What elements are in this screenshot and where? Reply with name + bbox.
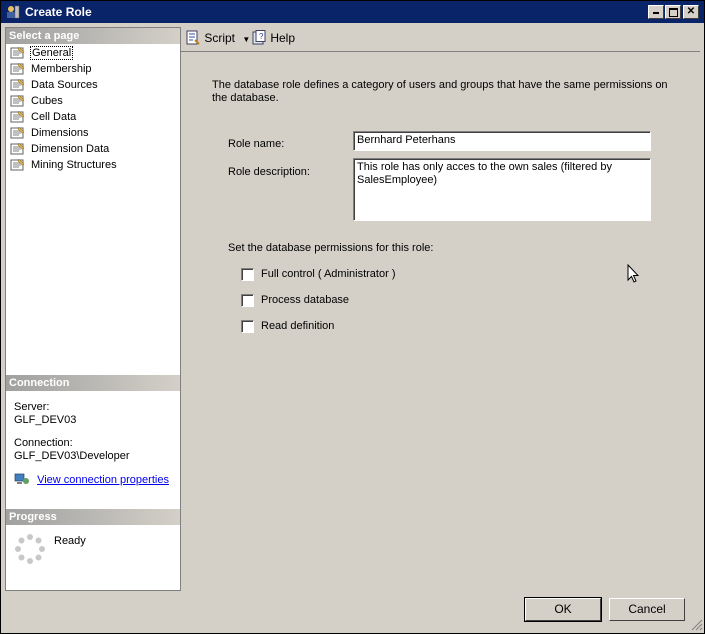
help-button[interactable]: ? Help — [251, 30, 295, 46]
view-connection-link[interactable]: View connection properties — [37, 474, 169, 486]
permission-checkbox[interactable] — [241, 320, 254, 333]
page-item-label: General — [30, 46, 74, 60]
page-icon — [10, 110, 26, 123]
close-icon: ✕ — [686, 6, 696, 17]
page-item-dimensions[interactable]: Dimensions — [10, 125, 89, 141]
close-button[interactable]: ✕ — [683, 5, 699, 19]
help-icon: ? — [251, 30, 267, 45]
view-connection-properties[interactable]: View connection properties — [14, 473, 169, 486]
permissions-label: Set the database permissions for this ro… — [228, 242, 434, 254]
select-page-header: Select a page — [6, 28, 180, 44]
window-title: Create Role — [25, 5, 92, 19]
permission-label[interactable]: Full control ( Administrator ) — [261, 268, 395, 280]
title-bar[interactable]: Create Role ✕ — [1, 1, 704, 23]
page-item-label: Mining Structures — [31, 159, 117, 171]
page-icon — [10, 94, 26, 107]
page-item-label: Data Sources — [31, 79, 98, 91]
permission-label[interactable]: Process database — [261, 294, 349, 306]
role-name-input[interactable]: Bernhard Peterhans — [353, 131, 651, 151]
connection-header: Connection — [6, 375, 180, 391]
general-page: The database role defines a category of … — [181, 51, 700, 590]
script-label: Script — [204, 31, 236, 45]
permission-checkbox[interactable] — [241, 268, 254, 281]
maximize-icon — [668, 8, 678, 17]
role-description-input[interactable]: This role has only acces to the own sale… — [353, 158, 651, 221]
role-description-label: Role description: — [228, 166, 310, 178]
progress-status: Ready — [54, 535, 86, 547]
permission-label[interactable]: Read definition — [261, 320, 334, 332]
role-name-label: Role name: — [228, 138, 285, 150]
role-app-icon — [5, 4, 21, 20]
page-item-dimension-data[interactable]: Dimension Data — [10, 141, 110, 157]
server-value: GLF_DEV03 — [14, 414, 77, 426]
page-item-cubes[interactable]: Cubes — [10, 93, 64, 109]
progress-header: Progress — [6, 509, 180, 525]
page-icon — [10, 158, 26, 171]
toolbar: Script ▼ ? Help — [181, 27, 701, 49]
minimize-button[interactable] — [648, 5, 664, 19]
page-item-label: Cubes — [31, 95, 63, 107]
page-icon — [10, 126, 26, 139]
help-label: Help — [270, 31, 296, 45]
ok-button[interactable]: OK — [524, 597, 602, 622]
connection-properties-icon — [14, 473, 30, 486]
cancel-button[interactable]: Cancel — [609, 598, 685, 621]
chevron-down-icon[interactable]: ▼ — [242, 35, 250, 44]
page-icon — [10, 46, 26, 59]
maximize-button[interactable] — [665, 5, 681, 19]
progress-spinner-icon — [14, 533, 46, 565]
minimize-icon — [653, 12, 659, 14]
page-item-label: Dimension Data — [31, 143, 110, 155]
page-item-label: Cell Data — [31, 111, 77, 123]
connection-value: GLF_DEV03\Developer — [14, 450, 130, 462]
page-item-mining-structures[interactable]: Mining Structures — [10, 157, 118, 173]
page-icon — [10, 78, 26, 91]
page-item-label: Membership — [31, 63, 92, 75]
server-label: Server: — [14, 401, 50, 413]
page-item-general[interactable]: General — [10, 45, 74, 61]
script-icon — [185, 30, 201, 45]
mouse-cursor-icon — [627, 263, 640, 284]
script-button[interactable]: Script ▼ — [185, 30, 250, 46]
page-item-label: Dimensions — [31, 127, 89, 139]
connection-label: Connection: — [14, 437, 73, 449]
create-role-dialog: Create Role ✕ Select a page General Membe… — [0, 0, 705, 634]
page-item-cell-data[interactable]: Cell Data — [10, 109, 77, 125]
permission-checkbox[interactable] — [241, 294, 254, 307]
left-pane: Select a page General Membership Data Sour… — [5, 27, 181, 591]
resize-grip-icon[interactable] — [689, 617, 703, 631]
page-item-data-sources[interactable]: Data Sources — [10, 77, 99, 93]
role-description-text: The database role defines a category of … — [212, 79, 668, 104]
svg-text:?: ? — [259, 32, 264, 41]
page-icon — [10, 142, 26, 155]
page-item-membership[interactable]: Membership — [10, 61, 93, 77]
page-icon — [10, 62, 26, 75]
